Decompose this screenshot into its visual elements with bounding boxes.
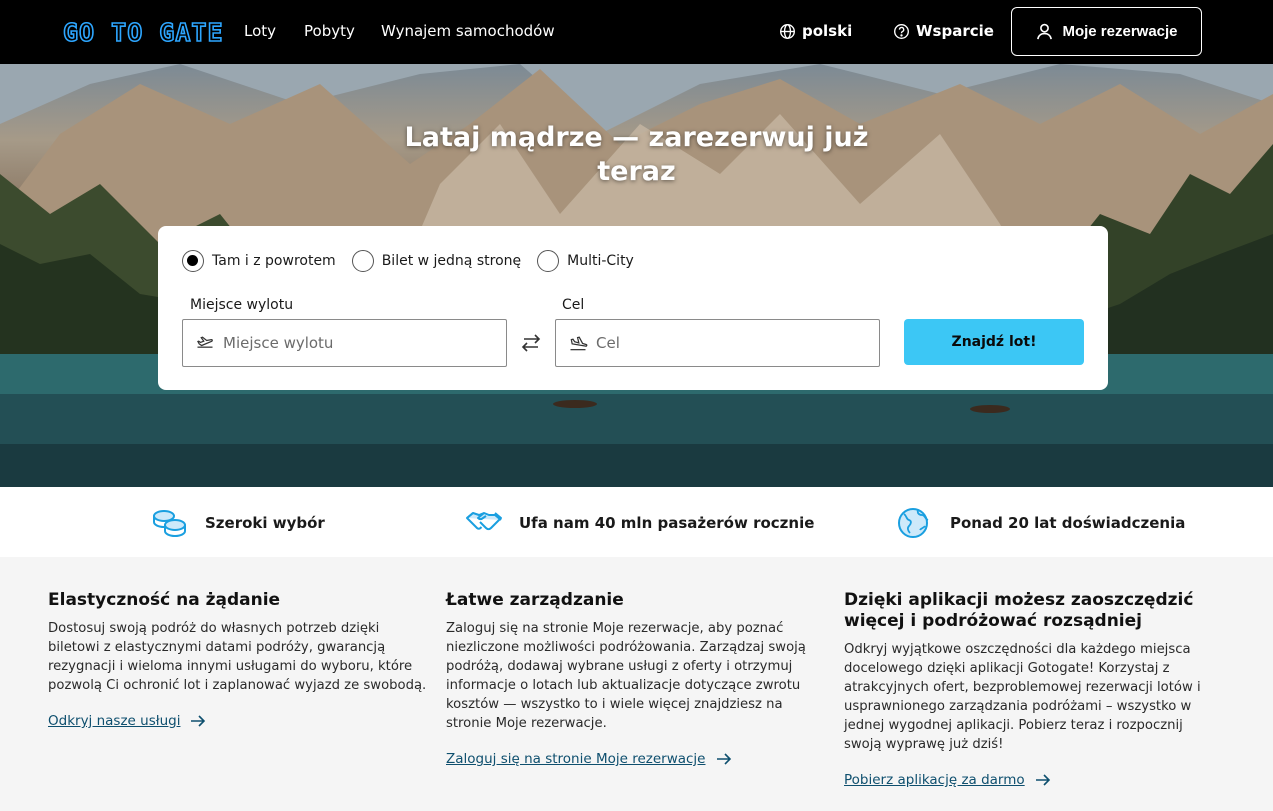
logo-text: GO TO GATE	[62, 17, 224, 48]
origin-field[interactable]	[182, 319, 507, 367]
download-app-label: Pobierz aplikację za darmo	[844, 772, 1025, 788]
arrow-right-icon	[1035, 774, 1050, 786]
info-column-flexibility: Elastyczność na żądanie Dostosuj swoją p…	[48, 590, 428, 729]
language-label: polski	[802, 22, 853, 40]
nav-link-car-rental[interactable]: Wynajem samochodów	[381, 21, 555, 41]
usp-wide-choice: Szeroki wybór	[151, 506, 325, 540]
login-my-bookings-label: Zaloguj się na stronie Moje rezerwacje	[446, 751, 706, 767]
usp-bar: Szeroki wybór Ufa nam 40 mln pasażerów r…	[0, 487, 1273, 557]
handshake-icon	[466, 512, 502, 531]
my-bookings-button[interactable]: Moje rezerwacje	[1011, 7, 1202, 56]
origin-input[interactable]	[223, 334, 483, 352]
discover-services-link[interactable]: Odkryj nasze usługi	[48, 713, 206, 729]
swap-locations-button[interactable]	[518, 330, 544, 356]
trip-type-selector: Tam i z powrotem Bilet w jedną stronę Mu…	[182, 250, 650, 272]
swap-arrows-icon	[521, 334, 541, 352]
trip-type-one-way[interactable]: Bilet w jedną stronę	[351, 250, 522, 272]
round-trip-label: Tam i z powrotem	[212, 253, 336, 269]
find-flight-button[interactable]: Znajdź lot!	[904, 319, 1084, 365]
language-selector[interactable]: polski	[779, 20, 852, 42]
origin-label: Miejsce wylotu	[190, 297, 294, 313]
usp-trusted-label: Ufa nam 40 mln pasażerów rocznie	[519, 514, 815, 532]
my-bookings-label: Moje rezerwacje	[1062, 23, 1178, 40]
globe-icon	[780, 23, 795, 39]
usp-experience-label: Ponad 20 lat doświadczenia	[950, 514, 1186, 532]
usp-trusted-passengers: Ufa nam 40 mln pasażerów rocznie	[465, 506, 814, 540]
radio-round-trip[interactable]	[182, 250, 204, 272]
app-title: Dzięki aplikacji możesz zaoszczędzić wię…	[844, 590, 1194, 631]
top-navigation-bar: GO TO GATE Loty Pobyty Wynajem samochodó…	[0, 0, 1273, 64]
support-link[interactable]: Wsparcie	[893, 20, 994, 42]
coins-icon	[153, 510, 186, 538]
trip-type-multi-city[interactable]: Multi-City	[537, 250, 634, 272]
app-text: Odkryj wyjątkowe oszczędności dla każdeg…	[844, 642, 1201, 752]
radio-one-way[interactable]	[351, 250, 374, 272]
plane-departure-icon	[197, 336, 213, 348]
usp-wide-choice-label: Szeroki wybór	[205, 514, 325, 532]
one-way-label: Bilet w jedną stronę	[381, 253, 522, 269]
destination-label: Cel	[562, 297, 585, 313]
nav-link-stays[interactable]: Pobyty	[304, 21, 355, 41]
support-label: Wsparcie	[916, 22, 994, 40]
plane-arrival-icon	[570, 336, 588, 351]
trip-type-round-trip[interactable]: Tam i z powrotem	[182, 250, 336, 272]
gotogate-logo[interactable]: GO TO GATE	[62, 16, 224, 48]
nav-link-flights[interactable]: Loty	[244, 21, 276, 41]
download-app-link[interactable]: Pobierz aplikację za darmo	[844, 772, 1051, 788]
multi-city-label: Multi-City	[567, 253, 634, 269]
arrow-right-icon	[716, 753, 731, 765]
hero-title: Lataj mądrze — zarezerwuj już teraz	[404, 122, 869, 187]
help-circle-icon	[894, 23, 909, 39]
user-icon	[1037, 23, 1053, 40]
usp-experience: Ponad 20 lat doświadczenia	[896, 506, 1185, 540]
info-column-management: Łatwe zarządzanie Zaloguj się na stronie…	[446, 590, 808, 767]
info-column-app: Dzięki aplikacji możesz zaoszczędzić wię…	[844, 590, 1212, 788]
flexibility-text: Dostosuj swoją podróż do własnych potrze…	[48, 621, 427, 693]
destination-field[interactable]	[555, 319, 880, 367]
discover-services-label: Odkryj nasze usługi	[48, 713, 181, 729]
radio-multi-city[interactable]	[537, 250, 560, 272]
management-text: Zaloguj się na stronie Moje rezerwacje, …	[446, 621, 806, 731]
flexibility-title: Elastyczność na żądanie	[48, 590, 281, 610]
login-my-bookings-link[interactable]: Zaloguj się na stronie Moje rezerwacje	[446, 751, 732, 767]
globe-icon	[898, 508, 929, 538]
management-title: Łatwe zarządzanie	[446, 590, 624, 610]
flight-search-form: Tam i z powrotem Bilet w jedną stronę Mu…	[158, 226, 1108, 390]
destination-input[interactable]	[596, 334, 856, 352]
arrow-right-icon	[191, 715, 206, 727]
